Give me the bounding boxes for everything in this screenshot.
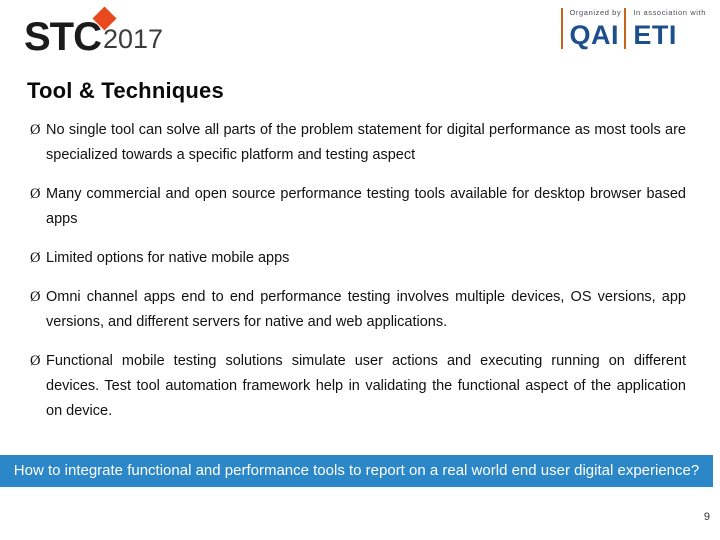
bullet-marker-icon: Ø	[30, 186, 41, 202]
stc-logo: STC 2017	[24, 15, 164, 59]
stc-logo-brand: STC	[24, 15, 102, 59]
slide-header: STC 2017 Organized by QAI In association…	[0, 0, 720, 72]
partner-qai-name: QAI	[569, 20, 620, 50]
stc-logo-year: 2017	[103, 24, 164, 54]
list-item-text: Functional mobile testing solutions simu…	[46, 353, 686, 419]
list-item: Ø Omni channel apps end to end performan…	[30, 285, 690, 335]
list-item: Ø Functional mobile testing solutions si…	[30, 349, 690, 424]
bullet-marker-icon: Ø	[30, 289, 41, 305]
bullet-marker-icon: Ø	[30, 250, 41, 266]
list-item-text: Omni channel apps end to end performance…	[46, 289, 686, 330]
bullet-list: Ø No single tool can solve all parts of …	[30, 118, 690, 438]
bullet-marker-icon: Ø	[30, 122, 41, 138]
highlight-banner: How to integrate functional and performa…	[0, 455, 713, 487]
page-number: 9	[703, 511, 710, 523]
divider	[624, 8, 627, 49]
partner-eti-name: ETI	[633, 20, 677, 50]
list-item-text: No single tool can solve all parts of th…	[46, 122, 686, 163]
list-item-text: Limited options for native mobile apps	[46, 250, 290, 266]
list-item: Ø Many commercial and open source perfor…	[30, 182, 690, 232]
list-item: Ø No single tool can solve all parts of …	[30, 118, 690, 168]
bullet-marker-icon: Ø	[30, 353, 41, 369]
partner-qai-label: Organized by	[569, 8, 622, 17]
list-item-text: Many commercial and open source performa…	[46, 186, 686, 227]
partner-eti-label: In association with	[633, 8, 706, 17]
partner-logos: Organized by QAI In association with ETI	[558, 8, 707, 49]
divider	[560, 8, 563, 49]
partner-eti: In association with ETI	[633, 8, 706, 49]
page-title: Tool & Techniques	[27, 78, 224, 103]
partner-qai: Organized by QAI	[570, 8, 622, 49]
list-item: Ø Limited options for native mobile apps	[30, 246, 690, 271]
